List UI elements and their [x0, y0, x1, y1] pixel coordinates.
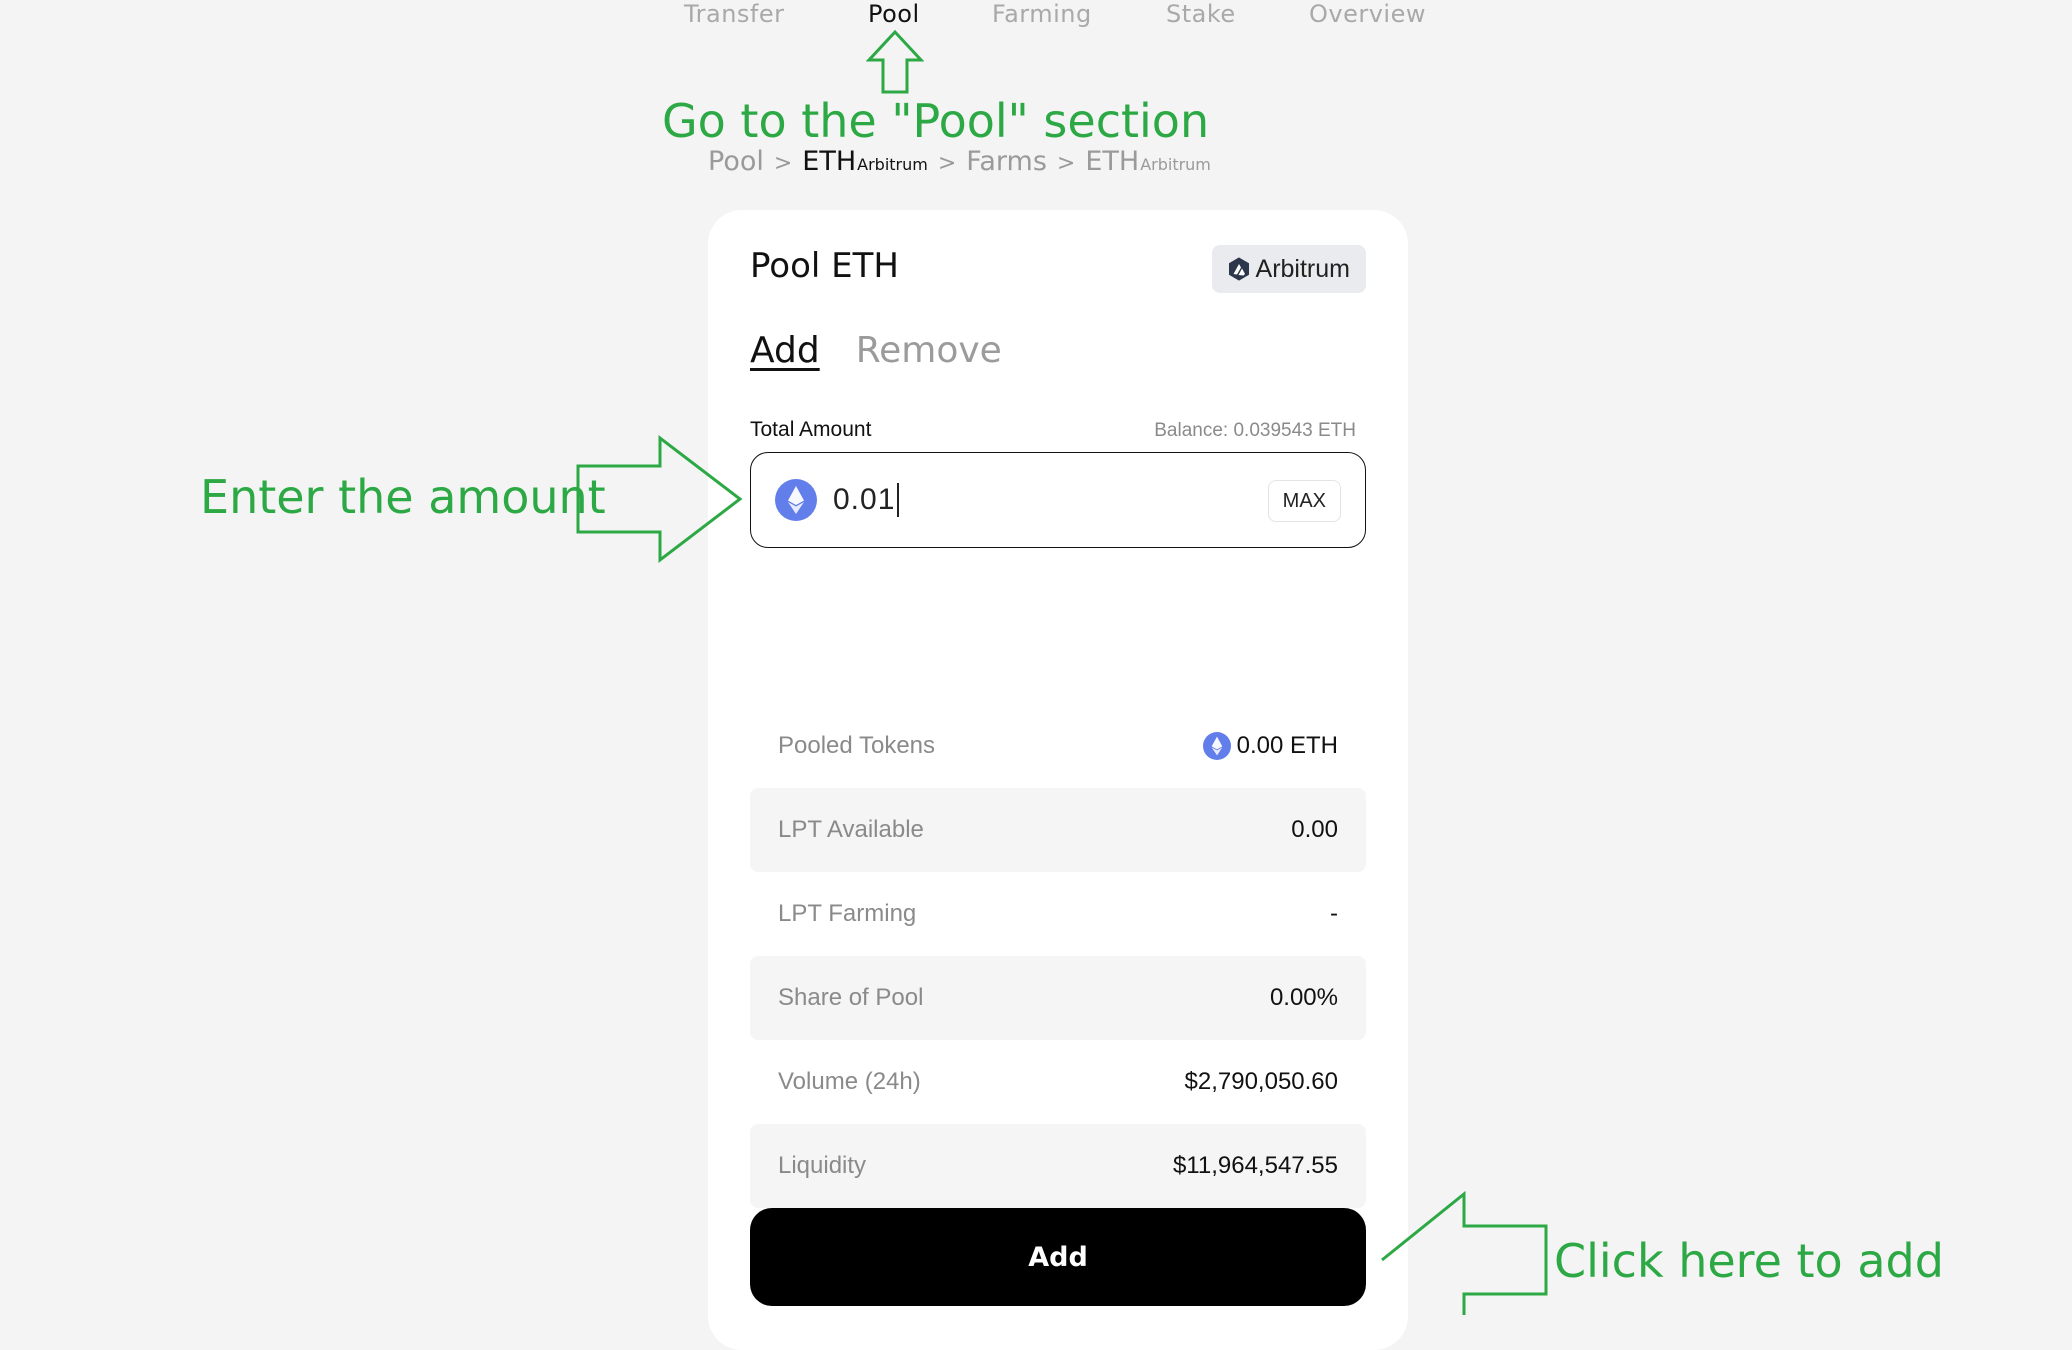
nav-overview[interactable]: Overview: [1309, 0, 1426, 28]
max-button[interactable]: MAX: [1267, 480, 1341, 522]
nav-transfer[interactable]: Transfer: [684, 0, 785, 28]
page-title: Pool ETH: [750, 246, 899, 286]
stat-row-lpt-farming: LPT Farming -: [750, 872, 1366, 956]
ethereum-icon: [1202, 732, 1231, 760]
arbitrum-icon: [1228, 257, 1249, 281]
annotation-pool: Go to the "Pool" section: [662, 94, 1210, 148]
pooled-tokens-value: 0.00 ETH: [1236, 732, 1338, 759]
stat-value: 0.00%: [1269, 984, 1338, 1011]
stat-label: Liquidity: [778, 1152, 867, 1179]
annotation-click-add: Click here to add: [1554, 1234, 1944, 1288]
stat-label: Share of Pool: [778, 984, 924, 1011]
arrow-left-annotation: [1381, 1190, 1548, 1315]
annotation-enter-amount: Enter the amount: [200, 470, 606, 524]
stat-row-liquidity: Liquidity $11,964,547.55: [750, 1124, 1366, 1208]
breadcrumb-separator: >: [773, 151, 793, 176]
amount-input[interactable]: [831, 482, 1215, 518]
text-cursor: [897, 483, 899, 517]
network-label: Arbitrum: [1255, 254, 1350, 283]
stat-value: -: [1330, 900, 1338, 927]
breadcrumb-farms[interactable]: Farms: [966, 146, 1047, 177]
stat-label: LPT Available: [778, 816, 924, 843]
stat-value: $2,790,050.60: [1184, 1068, 1338, 1095]
breadcrumb-farm-eth-network: Arbitrum: [1140, 155, 1211, 174]
breadcrumb-eth-network: Arbitrum: [857, 155, 928, 174]
ethereum-icon: [775, 479, 817, 521]
nav-stake[interactable]: Stake: [1166, 0, 1236, 28]
stat-label: Pooled Tokens: [778, 732, 936, 759]
breadcrumb-separator: >: [937, 151, 957, 176]
amount-field[interactable]: MAX: [750, 452, 1366, 548]
nav-farming[interactable]: Farming: [992, 0, 1092, 28]
breadcrumb-pool[interactable]: Pool: [708, 146, 764, 177]
stat-label: Volume (24h): [778, 1068, 921, 1095]
stat-label: LPT Farming: [778, 900, 917, 927]
balance-text: Balance: 0.039543 ETH: [1154, 420, 1356, 441]
stat-value: 0.00 ETH: [1202, 732, 1338, 760]
tab-add[interactable]: Add: [750, 330, 820, 371]
arrow-up-annotation: [866, 30, 924, 94]
breadcrumb: Pool > ETH Arbitrum > Farms > ETH Arbitr…: [708, 146, 1211, 186]
total-amount-label: Total Amount: [750, 418, 872, 441]
stat-row-pooled-tokens: Pooled Tokens 0.00 ETH: [750, 704, 1366, 788]
stat-row-share-of-pool: Share of Pool 0.00%: [750, 956, 1366, 1040]
arrow-right-annotation: [576, 434, 743, 564]
pool-tabs: Add Remove: [750, 330, 1002, 371]
stat-row-volume: Volume (24h) $2,790,050.60: [750, 1040, 1366, 1124]
stat-value: $11,964,547.55: [1172, 1152, 1338, 1179]
breadcrumb-separator: >: [1056, 151, 1076, 176]
pool-stats: Pooled Tokens 0.00 ETH LPT Available 0.0…: [750, 704, 1366, 1208]
tab-remove[interactable]: Remove: [856, 330, 1002, 371]
nav-pool[interactable]: Pool: [868, 0, 920, 28]
stat-value: 0.00: [1291, 816, 1338, 843]
breadcrumb-farm-eth[interactable]: ETH: [1085, 146, 1139, 177]
top-nav: Transfer Pool Farming Stake Overview: [0, 0, 2072, 40]
breadcrumb-eth: ETH: [802, 146, 857, 177]
stat-row-lpt-available: LPT Available 0.00: [750, 788, 1366, 872]
pool-card: Pool ETH Arbitrum Add Remove Total Amoun…: [708, 210, 1408, 1350]
network-badge[interactable]: Arbitrum: [1211, 245, 1366, 293]
add-liquidity-button[interactable]: Add: [750, 1208, 1366, 1306]
